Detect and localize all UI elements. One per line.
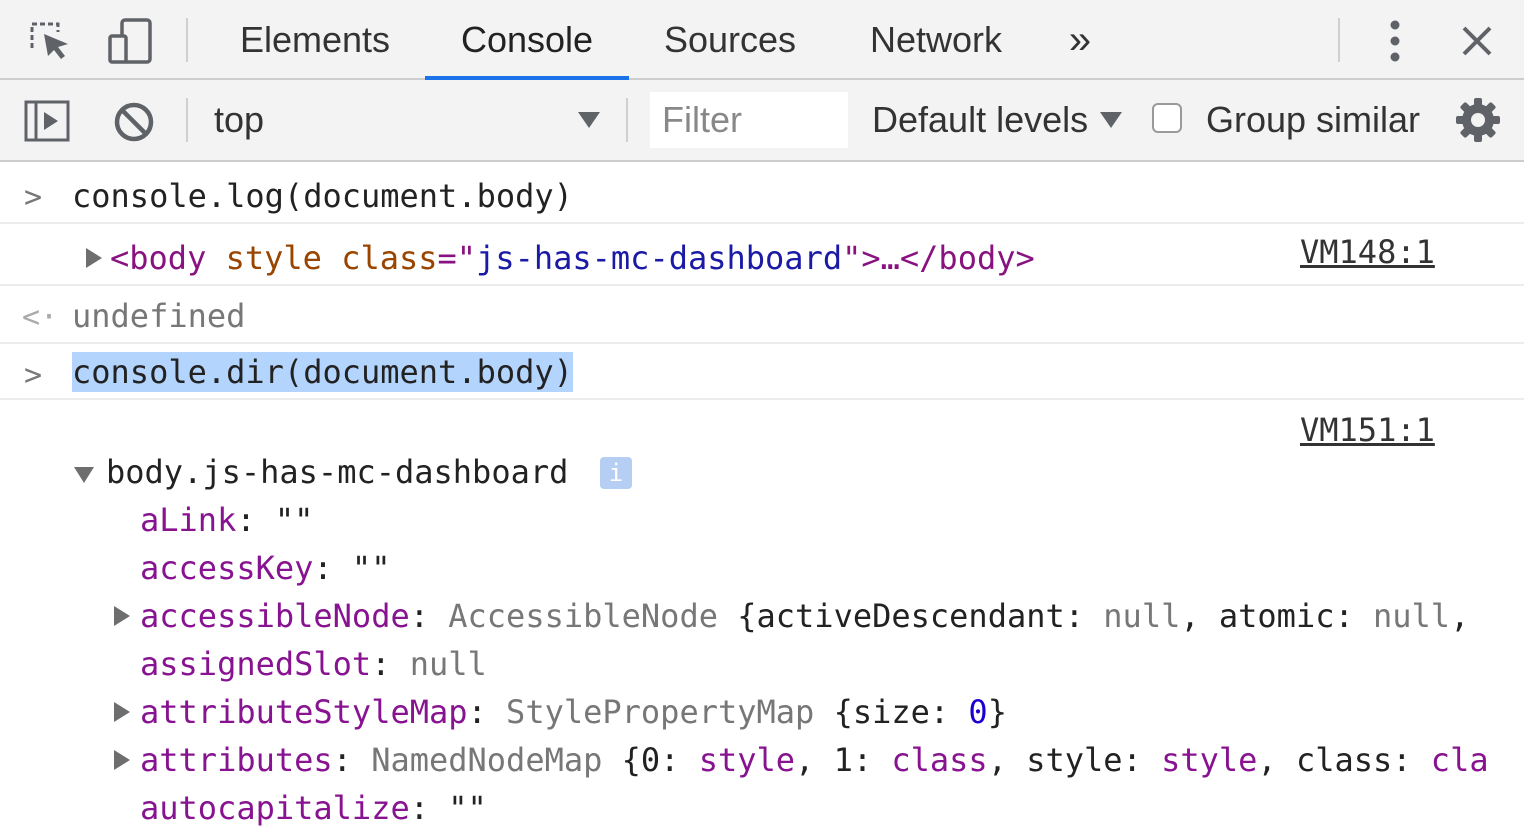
token: {size: (814, 693, 969, 731)
property-value: style (698, 741, 796, 779)
input-prompt-icon: > (24, 358, 43, 393)
row-divider (0, 398, 1524, 400)
info-icon[interactable]: i (600, 457, 632, 489)
token: , style: (987, 741, 1162, 779)
expand-triangle-icon[interactable] (114, 750, 130, 770)
filter-input[interactable] (650, 92, 848, 148)
property-value: "" (332, 549, 391, 587)
property-row: aLink: "" (140, 500, 313, 540)
token: , (1450, 597, 1470, 635)
property-name: attributes (140, 741, 333, 779)
token: , 1: (795, 741, 892, 779)
null-value: null (409, 645, 487, 683)
tag-name: body (129, 239, 207, 277)
log-element-output[interactable]: <body style class="js-has-mc-dashboard">… (110, 238, 1035, 278)
token: , class: (1257, 741, 1431, 779)
property-value: "" (255, 501, 314, 539)
row-divider (0, 222, 1524, 224)
devtools-tab-bar: Elements Console Sources Network » (0, 0, 1524, 80)
property-name: accessibleNode (140, 597, 410, 635)
console-input-line[interactable]: console.dir(document.body) (72, 352, 573, 392)
property-value: "" (428, 789, 487, 827)
expand-triangle-icon[interactable] (114, 606, 130, 626)
context-selector[interactable]: top (214, 100, 264, 140)
row-divider (0, 284, 1524, 286)
property-name: assignedSlot (140, 645, 372, 683)
tag-name: body (938, 239, 1016, 277)
more-tabs-button[interactable]: » (1060, 0, 1100, 80)
clear-console-icon[interactable] (112, 100, 156, 144)
property-row[interactable]: attributeStyleMap: StylePropertyMap {siz… (140, 692, 1007, 732)
token: : (332, 741, 352, 779)
property-value: cla (1430, 741, 1489, 779)
tab-console[interactable]: Console (425, 0, 629, 80)
token: } (987, 693, 1007, 731)
group-similar-label: Group similar (1206, 99, 1421, 140)
null-value: null (1103, 597, 1181, 635)
toolbar-separator (186, 98, 188, 142)
inspect-element-icon[interactable] (28, 18, 74, 64)
result-value: undefined (72, 297, 246, 335)
token: : (467, 693, 487, 731)
object-type: AccessibleNode (448, 597, 718, 635)
token: : (409, 789, 429, 827)
token: : (313, 549, 333, 587)
token: {activeDescendant: (717, 597, 1104, 635)
source-link[interactable]: VM151:1 (1300, 410, 1435, 450)
property-row[interactable]: accessibleNode: AccessibleNode {activeDe… (140, 596, 1469, 636)
token: : (371, 645, 391, 683)
property-value: style (1161, 741, 1258, 779)
tab-network[interactable]: Network (858, 0, 1014, 80)
number-value: 0 (968, 693, 988, 731)
object-type: NamedNodeMap (371, 741, 603, 779)
property-row[interactable]: attributes: NamedNodeMap {0: style, 1: c… (140, 740, 1489, 780)
gear-icon[interactable] (1456, 98, 1500, 142)
token: , atomic: (1180, 597, 1373, 635)
property-row: accessKey: "" (140, 548, 390, 588)
property-value: class (891, 741, 988, 779)
toolbar-separator (1338, 18, 1340, 62)
token: : (409, 597, 429, 635)
property-name: autocapitalize (140, 789, 410, 827)
property-name: aLink (140, 501, 237, 539)
token: ">…</ (842, 239, 939, 277)
collapse-triangle-icon[interactable] (74, 466, 94, 484)
chevron-down-icon[interactable] (578, 112, 600, 128)
toolbar-separator (626, 98, 628, 142)
expand-triangle-icon[interactable] (86, 248, 102, 268)
attribute-value: js-has-mc-dashboard (476, 239, 843, 277)
attribute-name: class (341, 239, 438, 277)
tab-elements[interactable]: Elements (232, 0, 398, 80)
expand-triangle-icon[interactable] (114, 702, 130, 722)
property-row: autocapitalize: "" (140, 788, 487, 828)
token: {0: (602, 741, 699, 779)
console-input-line[interactable]: console.log(document.body) (72, 176, 573, 216)
source-link[interactable]: VM148:1 (1300, 232, 1435, 272)
dir-root-label[interactable]: body.js-has-mc-dashboard (106, 452, 568, 492)
null-value: null (1373, 597, 1451, 635)
token: =" (437, 239, 477, 277)
show-sidebar-icon[interactable] (24, 100, 70, 142)
attribute-name: style (225, 239, 322, 277)
close-icon[interactable] (1460, 24, 1494, 58)
tab-separator (186, 18, 188, 62)
device-toolbar-icon[interactable] (104, 16, 154, 66)
input-prompt-icon: > (24, 180, 43, 215)
result-arrow-icon: <· (22, 300, 59, 335)
property-name: attributeStyleMap (140, 693, 468, 731)
group-similar-checkbox[interactable] (1152, 103, 1182, 133)
chevron-down-icon[interactable] (1100, 112, 1122, 128)
token: < (110, 239, 130, 277)
tab-sources[interactable]: Sources (656, 0, 804, 80)
row-divider (0, 342, 1524, 344)
property-row: assignedSlot: null (140, 644, 487, 684)
log-levels-dropdown[interactable]: Default levels (872, 100, 1088, 140)
token: > (1015, 239, 1035, 277)
object-type: StylePropertyMap (506, 693, 815, 731)
kebab-menu-icon[interactable] (1382, 18, 1408, 64)
property-name: accessKey (140, 549, 314, 587)
token: : (236, 501, 256, 539)
